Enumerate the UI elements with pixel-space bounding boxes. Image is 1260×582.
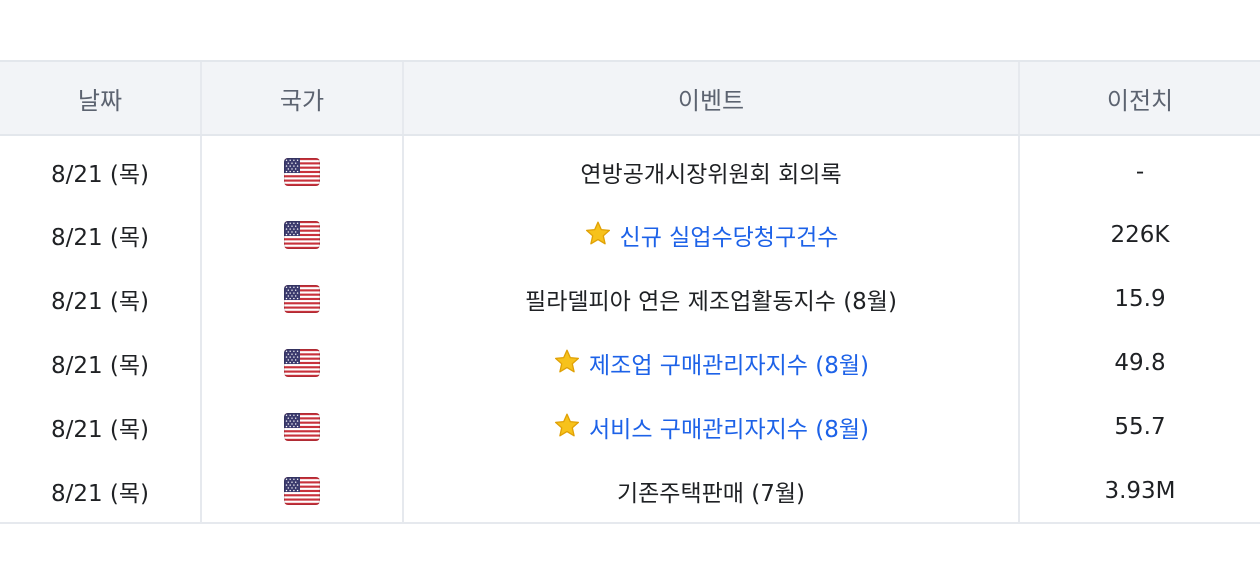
previous-value-cell: 55.7	[1018, 395, 1260, 459]
date-cell: 8/21 (목)	[50, 417, 150, 443]
date-cell: 8/21 (목)	[50, 161, 150, 188]
event-cell: 연방공개시장위원회 회의록	[402, 135, 1019, 203]
event-name: 연방공개시장위원회 회의록	[580, 161, 842, 188]
us-flag-icon	[284, 349, 320, 377]
star-icon	[554, 349, 580, 373]
previous-value-cell: 3.93M	[1018, 459, 1260, 524]
event-name[interactable]: 제조업 구매관리자지수 (8월)	[589, 353, 869, 379]
event-name[interactable]: 신규 실업수당청구건수	[620, 225, 839, 251]
country-cell	[200, 395, 403, 459]
table-row[interactable]: 8/21 (목) 서비스 구매관리자지수 (8월) 55.7	[0, 395, 1260, 459]
previous-value-cell: 49.8	[1018, 331, 1260, 395]
us-flag-icon	[284, 413, 320, 441]
table-row[interactable]: 8/21 (목) 신규 실업수당청구건수 226K	[0, 203, 1260, 267]
event-name: 필라델피아 연은 제조업활동지수 (8월)	[525, 289, 897, 315]
country-cell	[200, 203, 403, 267]
star-icon	[554, 413, 580, 437]
us-flag-icon	[284, 476, 320, 505]
table-row[interactable]: 8/21 (목) 기존주택판매 (7월) 3.93M	[0, 459, 1260, 524]
header-event[interactable]: 이벤트	[402, 60, 1019, 136]
country-cell	[200, 331, 403, 395]
events-table: 날짜 국가 이벤트 이전치 8/21 (목) 연방공개시장위원회 회의록 - 8…	[0, 60, 1260, 524]
country-cell	[200, 135, 403, 203]
header-previous[interactable]: 이전치	[1018, 60, 1260, 136]
star-icon	[585, 221, 610, 245]
event-cell[interactable]: 신규 실업수당청구건수	[402, 203, 1019, 267]
economic-calendar: 날짜 국가 이벤트 이전치 8/21 (목) 연방공개시장위원회 회의록 - 8…	[0, 60, 1260, 524]
header-country[interactable]: 국가	[200, 60, 403, 136]
event-cell[interactable]: 서비스 구매관리자지수 (8월)	[402, 395, 1019, 459]
us-flag-icon	[284, 285, 320, 313]
event-cell: 필라델피아 연은 제조업활동지수 (8월)	[402, 267, 1019, 331]
table-header-row: 날짜 국가 이벤트 이전치	[0, 60, 1260, 136]
event-name[interactable]: 서비스 구매관리자지수 (8월)	[589, 417, 869, 443]
event-name: 기존주택판매 (7월)	[616, 480, 805, 507]
previous-value-cell: -	[1018, 135, 1260, 203]
date-cell: 8/21 (목)	[50, 353, 150, 379]
date-cell: 8/21 (목)	[50, 225, 150, 251]
date-cell: 8/21 (목)	[50, 289, 150, 315]
table-row[interactable]: 8/21 (목) 제조업 구매관리자지수 (8월) 49.8	[0, 331, 1260, 395]
event-cell[interactable]: 제조업 구매관리자지수 (8월)	[402, 331, 1019, 395]
country-cell	[200, 267, 403, 331]
us-flag-icon	[284, 157, 320, 186]
table-row[interactable]: 8/21 (목) 연방공개시장위원회 회의록 -	[0, 135, 1260, 203]
previous-value-cell: 226K	[1018, 203, 1260, 267]
us-flag-icon	[284, 221, 320, 249]
country-cell	[200, 459, 403, 524]
date-cell: 8/21 (목)	[0, 459, 201, 524]
header-date[interactable]: 날짜	[0, 60, 201, 136]
table-row[interactable]: 8/21 (목) 필라델피아 연은 제조업활동지수 (8월) 15.9	[0, 267, 1260, 331]
event-cell: 기존주택판매 (7월)	[402, 459, 1019, 524]
previous-value-cell: 15.9	[1018, 267, 1260, 331]
